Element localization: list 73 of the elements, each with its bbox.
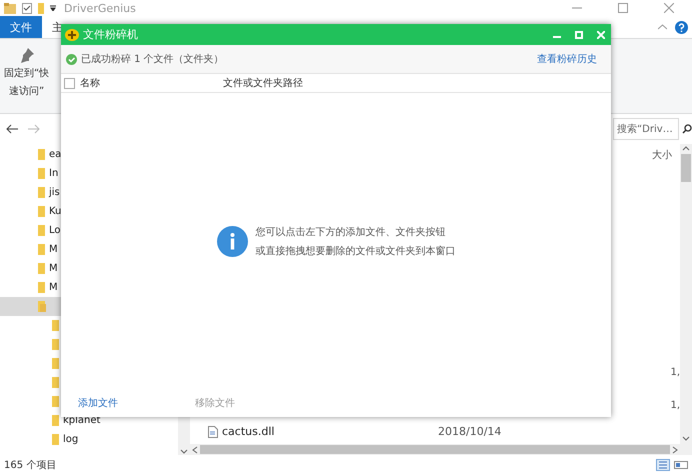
nav-item-label[interactable]: M — [49, 263, 58, 274]
file-icon — [208, 426, 218, 438]
file-size: 1, — [670, 367, 680, 378]
folder-icon — [52, 377, 60, 388]
column-header[interactable]: 名称 — [80, 76, 223, 90]
success-check-icon — [66, 54, 77, 64]
folder-icon — [52, 358, 60, 369]
hint-text: 您可以点击左下方的添加文件、文件夹按钮 — [256, 226, 446, 238]
nav-item-label[interactable]: jis — [49, 187, 60, 198]
ribbon-tab[interactable]: 文件 — [0, 16, 42, 38]
pin-to-quick-access-button[interactable]: 固定到“快 速访问” — [2, 43, 52, 103]
nav-item-label[interactable]: In — [49, 168, 58, 179]
folder-icon — [52, 320, 60, 331]
folder-icon — [52, 415, 60, 426]
scroll-right-icon[interactable] — [672, 446, 678, 454]
nav-item-label[interactable]: Lo — [49, 225, 61, 236]
folder-icon — [38, 225, 46, 236]
folder-icon — [52, 396, 60, 407]
window-title: DriverGenius — [64, 2, 136, 14]
maximize-button[interactable] — [575, 30, 583, 38]
nav-item-label[interactable]: Ku — [49, 206, 62, 217]
nav-item-label[interactable]: kplanet — [63, 415, 100, 426]
back-arrow-icon[interactable] — [6, 124, 18, 134]
file-date: 2018/10/14 — [438, 425, 502, 438]
folder-icon — [38, 206, 46, 217]
nav-item-label[interactable]: log — [63, 434, 78, 445]
dropdown-icon[interactable] — [50, 5, 56, 11]
open-folder-icon — [38, 301, 46, 312]
file-name[interactable]: cactus.dll — [222, 425, 434, 438]
nav-item-label[interactable]: M — [49, 282, 58, 293]
close-button[interactable] — [597, 30, 605, 38]
folder-icon — [52, 434, 60, 445]
scrollbar-thumb[interactable] — [200, 445, 670, 454]
maximize-icon[interactable] — [618, 3, 628, 13]
folder-icon — [38, 168, 46, 179]
scroll-up-icon[interactable] — [682, 144, 690, 152]
forward-arrow-icon[interactable] — [28, 124, 40, 134]
shred-status: 已成功粉碎 1 个文件（文件夹） — [81, 52, 224, 66]
shred-history-link[interactable]: 查看粉碎历史 — [537, 52, 597, 66]
search-field[interactable]: 搜索“Driv… — [613, 118, 679, 140]
folder-icon — [38, 187, 46, 198]
nav-item-label[interactable]: M — [49, 244, 58, 255]
item-count: 165 个项目 — [4, 458, 56, 472]
column-header[interactable]: 文件或文件夹路径 — [223, 76, 473, 90]
vertical-scrollbar[interactable] — [680, 144, 692, 455]
folder-icon — [38, 149, 46, 160]
hint-text: 或直接拖拽想要删除的文件或文件夹到本窗口 — [256, 244, 456, 258]
column-header[interactable]: 大小 — [652, 148, 672, 162]
search-icon[interactable] — [682, 124, 692, 134]
dialog-title: 文件粉碎机 — [83, 27, 138, 42]
collapse-icon[interactable] — [658, 24, 667, 30]
scroll-left-icon[interactable] — [192, 446, 198, 454]
pin-icon — [18, 47, 35, 63]
folder-icon[interactable] — [4, 2, 16, 14]
thumbnail-view-icon[interactable] — [674, 458, 688, 470]
folder-icon — [38, 263, 46, 274]
shredder-logo-icon — [65, 28, 79, 40]
properties-icon[interactable] — [22, 2, 32, 14]
scroll-down-icon[interactable] — [180, 449, 188, 455]
nav-item-label[interactable]: ea — [49, 149, 62, 160]
folder-icon — [52, 339, 60, 350]
scrollbar-thumb[interactable] — [681, 154, 691, 182]
scroll-down-icon[interactable] — [682, 435, 690, 443]
file-size: 1, — [670, 400, 680, 411]
new-folder-icon[interactable] — [38, 2, 44, 14]
select-all-checkbox[interactable] — [64, 78, 75, 88]
folder-icon — [38, 282, 46, 293]
add-file-button[interactable]: 添加文件 — [72, 392, 189, 414]
help-icon[interactable] — [675, 20, 688, 34]
info-icon — [216, 226, 248, 256]
details-view-icon[interactable] — [656, 458, 670, 470]
close-icon[interactable] — [664, 3, 674, 13]
folder-icon — [38, 244, 46, 255]
